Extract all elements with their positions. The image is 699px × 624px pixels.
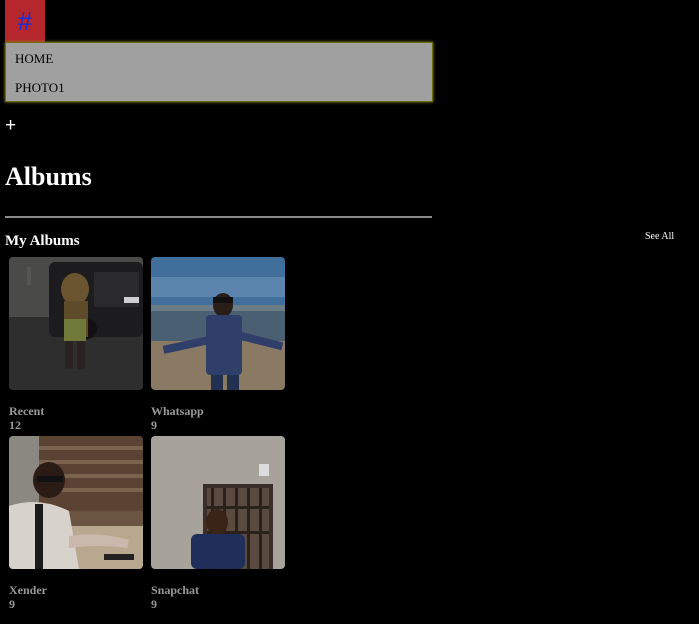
album-name: Whatsapp [151, 404, 204, 418]
my-albums-heading: My Albums [5, 233, 80, 249]
album-count: 9 [9, 597, 15, 611]
album-count: 9 [151, 597, 157, 611]
divider [5, 216, 432, 218]
hash-icon: # [17, 6, 33, 36]
album-card-recent[interactable]: Recent 12 [9, 257, 143, 432]
add-icon[interactable]: + [5, 115, 16, 137]
album-name: Snapchat [151, 583, 200, 597]
album-card-snapchat[interactable]: Snapchat 9 [151, 436, 285, 611]
nav-item-photo1[interactable]: PHOTO1 [15, 80, 65, 96]
album-count: 9 [151, 418, 157, 432]
page-title: Albums [5, 162, 92, 191]
page: # HOME PHOTO1 + Albums My Albums See All [0, 0, 699, 624]
album-thumbnail-xender [9, 436, 143, 569]
album-count: 12 [9, 418, 21, 432]
menu-toggle-button[interactable]: # [5, 0, 45, 43]
album-name: Recent [9, 404, 45, 418]
album-thumbnail-snapchat [151, 436, 285, 569]
see-all-link[interactable]: See All [645, 231, 674, 242]
album-thumbnail-whatsapp [151, 257, 285, 390]
nav-item-home[interactable]: HOME [15, 51, 53, 67]
nav-menu: HOME PHOTO1 [5, 42, 433, 102]
album-card-xender[interactable]: Xender 9 [9, 436, 143, 611]
album-card-whatsapp[interactable]: Whatsapp 9 [151, 257, 285, 432]
album-thumbnail-recent [9, 257, 143, 390]
album-name: Xender [9, 583, 47, 597]
